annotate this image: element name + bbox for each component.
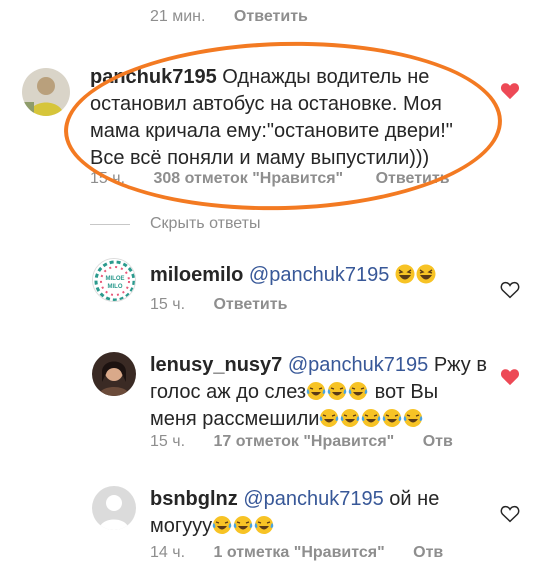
tears-of-joy-emoji-icon [233,515,254,537]
reply-button[interactable]: Отв [423,433,453,450]
tears-of-joy-emoji-icon [340,408,361,430]
tears-of-joy-emoji-icon [348,381,369,403]
reply-body: lenusy_nusy7 @panchuk7195 Ржу в голос аж… [150,352,500,433]
reply-button[interactable]: Ответить [213,296,287,313]
timestamp: 15 ч. [150,433,186,450]
mention-link[interactable]: @panchuk7195 [249,264,389,286]
laughing-emoji-icon [416,264,437,286]
svg-text:MILOE: MILOE [106,276,125,282]
laughing-emoji-icon [395,264,416,286]
reply-button[interactable]: Ответить [234,8,308,25]
svg-text:MILO: MILO [108,284,123,290]
heart-icon[interactable] [500,281,520,299]
tears-of-joy-emoji-icon [382,408,403,430]
reply-text: ой не [383,488,440,510]
reply-text: вот Вы [369,381,439,403]
mention-link[interactable]: @panchuk7195 [288,354,428,376]
tears-of-joy-emoji-icon [254,515,275,537]
likes-count[interactable]: 1 отметка "Нравится" [213,544,384,561]
tears-of-joy-emoji-icon [327,381,348,403]
likes-count[interactable]: 17 отметок "Нравится" [213,433,394,450]
tears-of-joy-emoji-icon [212,515,233,537]
timestamp: 21 мин. [150,8,206,25]
avatar[interactable] [92,486,136,530]
avatar[interactable] [92,352,136,396]
hide-replies-button[interactable]: Скрыть ответы [150,215,260,233]
username[interactable]: bsnbglnz [150,488,238,510]
reply-meta: 14 ч. 1 отметка "Нравится" Отв [150,544,443,562]
reply-text: могууу [150,515,213,537]
mention-link[interactable]: @panchuk7195 [243,488,383,510]
avatar[interactable] [22,68,70,116]
tears-of-joy-emoji-icon [306,381,327,403]
heart-icon[interactable] [500,82,520,100]
reply-body: bsnbglnz @panchuk7195 ой не могууу [150,486,500,540]
heart-icon[interactable] [500,368,520,386]
reply-text: голос аж до слез [150,381,307,403]
username[interactable]: lenusy_nusy7 [150,354,282,376]
reply-button[interactable]: Отв [413,544,443,561]
tears-of-joy-emoji-icon [319,408,340,430]
reply-meta: 15 ч. Ответить [150,296,287,314]
reply-text: Ржу в [433,354,487,376]
tears-of-joy-emoji-icon [403,408,424,430]
avatar[interactable]: MILOE MILO [92,258,136,302]
reply-body: miloemilo @panchuk7195 [150,262,437,289]
reply-meta: 15 ч. 17 отметок "Нравится" Отв [150,433,453,451]
timestamp: 15 ч. [150,296,186,313]
timestamp: 14 ч. [150,544,186,561]
reply-text: меня рассмешили [150,408,320,430]
top-comment-meta: 21 мин. Ответить [150,8,308,26]
divider [90,224,130,225]
username[interactable]: miloemilo [150,264,243,286]
tears-of-joy-emoji-icon [361,408,382,430]
heart-icon[interactable] [500,505,520,523]
